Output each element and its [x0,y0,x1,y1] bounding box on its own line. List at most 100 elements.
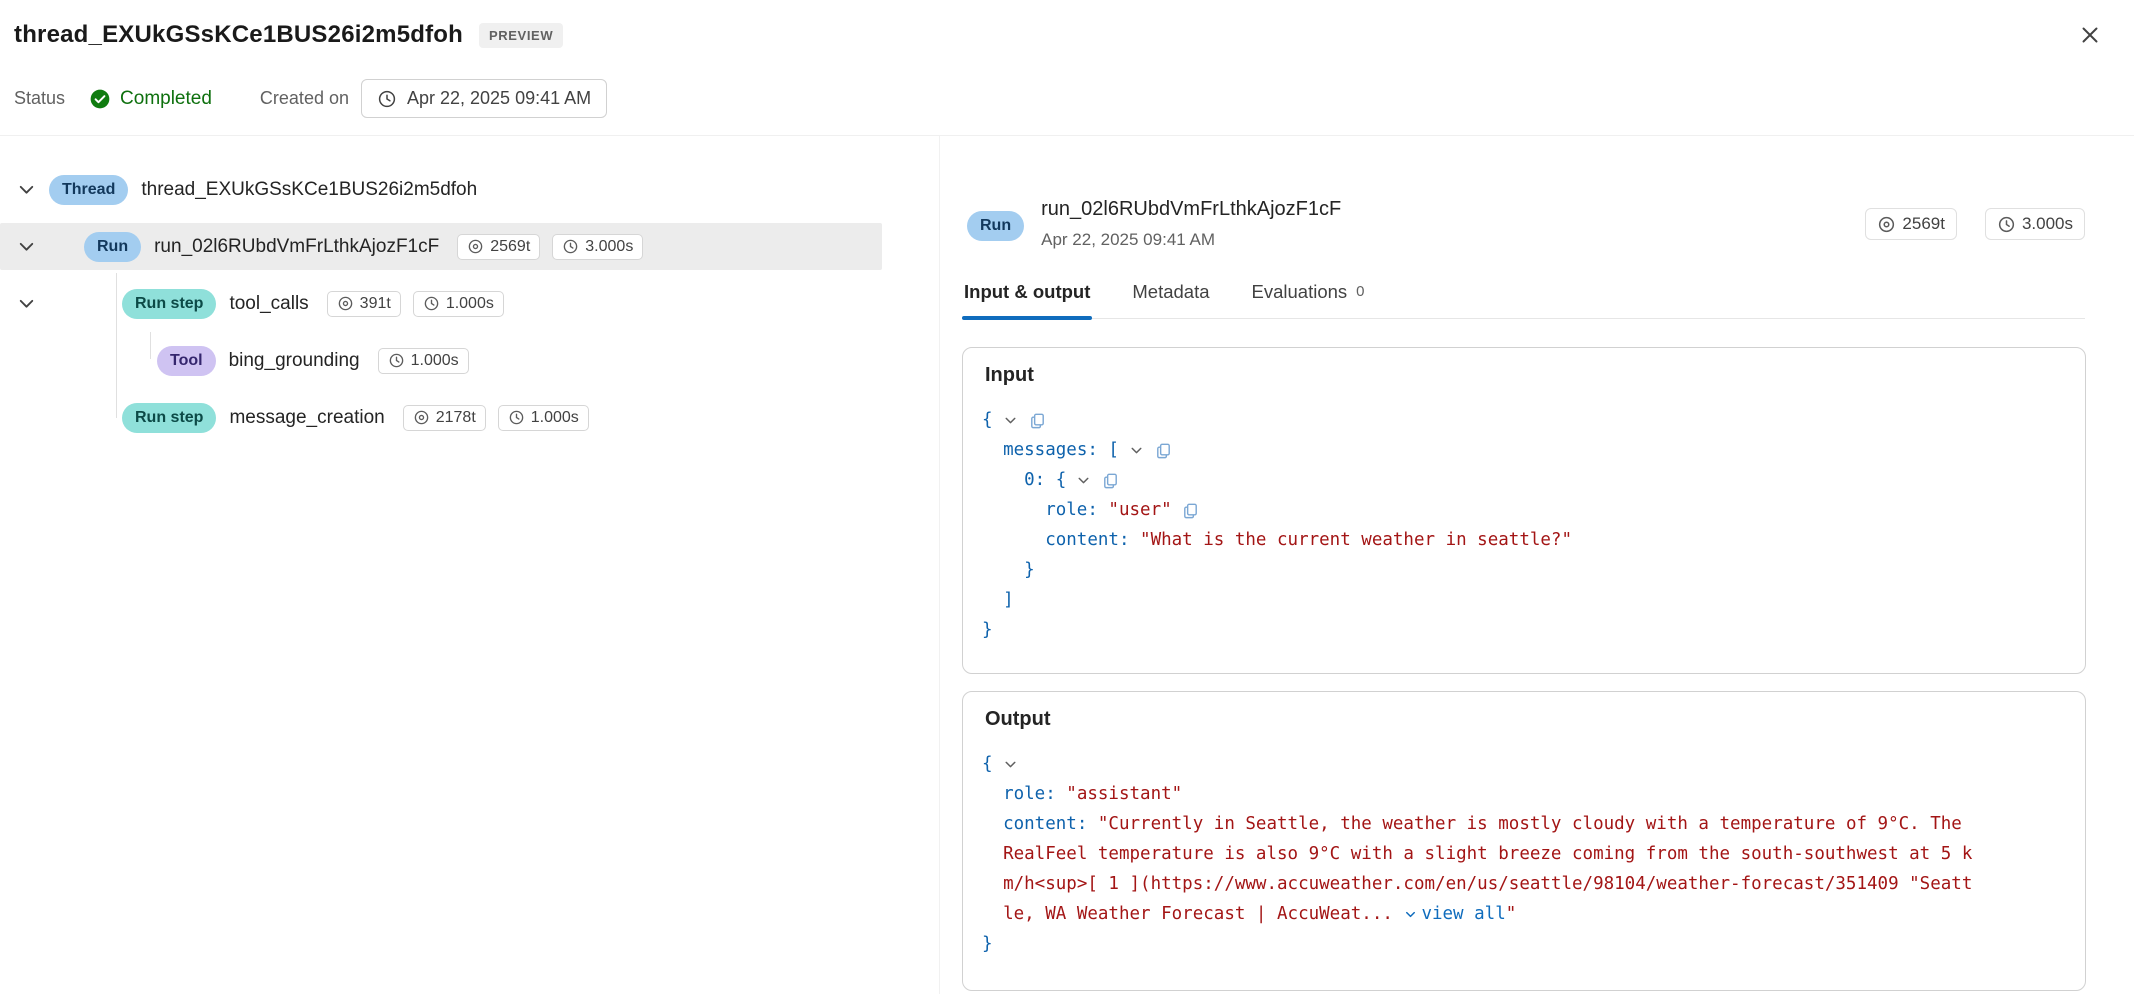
duration-value: 1.000s [530,408,579,426]
close-button[interactable] [2072,17,2108,53]
input-heading: Input [985,364,1034,386]
copy-icon[interactable] [1028,411,1047,430]
json-key: role: [1045,500,1109,520]
json-line: messages: [ [982,435,2065,465]
json-key: content: [1003,814,1098,834]
json-brace: } [1024,560,1035,580]
json-bracket: ] [1003,590,1014,610]
check-circle-icon [90,89,110,108]
json-line: RealFeel temperature is also 9°C with a … [982,839,2065,869]
trace-viewer-window: thread_EXUkGSsKCe1BUS26i2m5dfoh PREVIEW … [0,0,2134,994]
clock-icon [563,239,578,254]
json-line: } [982,555,2065,585]
json-brace: { [982,754,993,774]
tab-metadata[interactable]: Metadata [1130,275,1211,318]
preview-badge: PREVIEW [479,22,564,48]
tree-item-run[interactable]: Run run_02l6RUbdVmFrLthkAjozF1cF 2569t 3… [0,218,939,275]
status-bar: Status Completed Created on Apr 22, 2025… [0,62,2134,136]
run-badge: Run [84,231,142,262]
tab-label: Input & output [964,281,1091,302]
duration-chip: 1.000s [377,347,469,374]
duration-value: 3.000s [2021,214,2073,233]
run-title-block: run_02l6RUbdVmFrLthkAjozF1cF Apr 22, 202… [1041,198,1341,250]
created-on-label: Created on [259,88,349,108]
json-key: content: [1045,530,1141,550]
tree-item-tool[interactable]: Tool bing_grounding 1.000s [0,332,939,389]
json-line: role: "assistant" [982,779,2065,809]
run-step-badge: Run step [122,288,217,319]
collapse-chevron-icon[interactable] [1075,472,1092,489]
tab-label: Evaluations [1251,281,1348,302]
json-key: role: [1003,784,1067,804]
run-date: Apr 22, 2025 09:41 AM [1041,230,1216,249]
run-title: run_02l6RUbdVmFrLthkAjozF1cF [1041,198,1342,220]
json-line: le, WA Weather Forecast | AccuWeat... vi… [982,899,2065,929]
json-line: 0: { [982,465,2065,495]
chevron-down-icon[interactable] [16,236,37,257]
status-badge: Completed [89,88,212,110]
titlebar: thread_EXUkGSsKCe1BUS26i2m5dfoh PREVIEW [0,0,2134,62]
token-icon [1879,216,1895,232]
input-json-viewer: { messages: [ 0: { role: "user" content:… [963,387,2085,645]
json-string-value: "Currently in Seattle, the weather is mo… [1097,814,1962,834]
tree-item-label: bing_grounding [228,349,360,371]
run-detail-panel: Run run_02l6RUbdVmFrLthkAjozF1cF Apr 22,… [939,136,2134,994]
json-string-value: RealFeel temperature is also 9°C with a … [1003,844,1973,864]
json-string-value: " [1505,904,1517,924]
collapse-chevron-icon[interactable] [1002,412,1019,429]
tree-item-thread[interactable]: Thread thread_EXUkGSsKCe1BUS26i2m5dfoh [0,161,939,218]
view-all-label: view all [1421,904,1506,924]
json-line: content: "What is the current weather in… [982,525,2065,555]
tree-item-tool-calls[interactable]: Run step tool_calls 391t 1.000s [0,275,939,332]
clock-icon [424,296,439,311]
collapse-chevron-icon[interactable] [1128,442,1145,459]
collapse-chevron-icon[interactable] [1002,756,1019,773]
token-icon [468,239,483,254]
copy-icon[interactable] [1154,441,1173,460]
tab-input-output[interactable]: Input & output [962,275,1093,320]
run-detail-header: Run run_02l6RUbdVmFrLthkAjozF1cF Apr 22,… [967,198,2085,250]
chevron-down-icon[interactable] [16,293,37,314]
tree-item-message-creation[interactable]: Run step message_creation 2178t 1.000s [0,389,939,446]
duration-chip: 1.000s [497,404,589,431]
created-date-pill: Apr 22, 2025 09:41 AM [360,79,608,118]
token-count-value: 2178t [435,408,476,426]
json-key: 0: { [1024,470,1067,490]
tree-item-label: run_02l6RUbdVmFrLthkAjozF1cF [154,235,440,257]
output-heading: Output [985,708,1051,730]
tree-item-label: message_creation [229,406,385,428]
status-label: Status [14,88,66,108]
clock-icon [389,353,403,368]
json-line: ] [982,585,2065,615]
copy-icon[interactable] [1101,471,1120,490]
clock-icon [1998,216,2015,232]
run-badge: Run [967,211,1025,241]
json-line: content: "Currently in Seattle, the weat… [982,809,2065,839]
token-count-value: 391t [359,294,391,312]
token-count-chip: 2569t [457,233,541,260]
chevron-down-icon [1406,911,1416,917]
token-icon [414,410,429,425]
duration-chip: 3.000s [552,233,644,260]
close-icon [2082,27,2098,43]
json-line: m/h<sup>[ 1 ](https://www.accuweather.co… [982,869,2065,899]
output-card: Output { role: "assistant" content: "Cur… [962,691,2086,991]
json-line: { [982,749,2065,779]
view-all-link[interactable]: view all [1403,904,1506,924]
clock-icon [378,90,396,107]
chevron-down-icon[interactable] [16,179,37,200]
json-string-value: le, WA Weather Forecast | AccuWeat... [1003,904,1404,924]
json-brace: } [982,620,993,640]
token-icon [338,296,352,311]
output-json-viewer: { role: "assistant" content: "Currently … [963,731,2085,959]
tab-evaluations[interactable]: Evaluations 0 [1250,275,1367,318]
input-card: Input { messages: [ 0: {role: "user" co… [962,347,2086,674]
tree-item-label: thread_EXUkGSsKCe1BUS26i2m5dfoh [141,178,478,200]
evaluations-count-badge: 0 [1356,283,1365,300]
duration-chip: 1.000s [412,290,504,317]
copy-icon[interactable] [1181,501,1200,520]
json-line: { [982,405,2065,435]
json-brace: { [982,410,993,430]
json-line: role: "user" [982,495,2065,525]
detail-tabs: Input & output Metadata Evaluations 0 [962,275,2085,320]
